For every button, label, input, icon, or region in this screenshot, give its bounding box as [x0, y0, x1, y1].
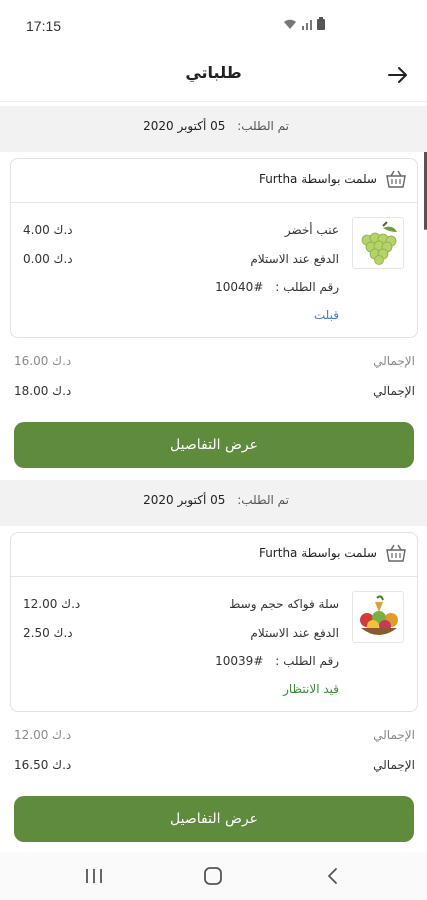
arrow-right-icon[interactable]	[385, 62, 411, 88]
home-icon[interactable]	[201, 864, 225, 888]
order-date-label: تم الطلب:	[237, 493, 289, 507]
total-label: الإجمالي	[373, 384, 415, 398]
status-badge: قيد الانتظار	[283, 682, 339, 696]
back-nav-icon[interactable]	[321, 864, 345, 888]
subtotal-label: الإجمالي	[373, 354, 415, 368]
order-date: تم الطلب: 05 أكتوبر 2020	[143, 493, 289, 507]
store-label: سلمت بواسطة Furtha	[258, 172, 377, 186]
status-time: 17:15	[26, 18, 62, 34]
order-date-bar: تم الطلب: 05 أكتوبر 2020	[0, 480, 427, 526]
order-card[interactable]: سلمت بواسطة Furtha عنب أخضر 4.00 د.ك الد…	[10, 158, 418, 338]
status-bar: 17:15	[0, 0, 427, 52]
product-image	[352, 591, 404, 643]
subtotal-value: 16.00 د.ك	[14, 354, 72, 368]
total-label: الإجمالي	[373, 758, 415, 772]
payment-method: الدفع عند الاستلام	[250, 626, 339, 640]
order-number-label: رقم الطلب :	[275, 654, 339, 668]
page-title: طلباتي	[185, 63, 242, 82]
payment-fee: 2.50 د.ك	[23, 626, 73, 640]
order-number-label: رقم الطلب :	[275, 280, 339, 294]
grapes-icon	[361, 221, 397, 265]
product-name: عنب أخضر	[284, 223, 339, 237]
view-details-button[interactable]: عرض التفاصيل	[14, 422, 414, 468]
order-number: #10040	[215, 280, 264, 294]
app-header: طلباتي	[0, 52, 427, 102]
payment-method: الدفع عند الاستلام	[250, 252, 339, 266]
payment-fee: 0.00 د.ك	[23, 252, 73, 266]
store-label: سلمت بواسطة Furtha	[258, 546, 377, 560]
product-image	[352, 217, 404, 269]
order-number-row: رقم الطلب : #10040	[215, 280, 339, 294]
fruit-basket-icon	[360, 595, 398, 635]
order-card-header: سلمت بواسطة Furtha	[11, 533, 417, 577]
subtotal-value: 12.00 د.ك	[14, 728, 72, 742]
order-card[interactable]: سلمت بواسطة Furtha سلة فواكه حجم وسط 12.…	[10, 532, 418, 712]
recent-apps-icon[interactable]	[82, 864, 106, 888]
product-name: سلة فواكه حجم وسط	[229, 597, 339, 611]
order-number-row: رقم الطلب : #10039	[215, 654, 339, 668]
status-icons	[283, 17, 325, 30]
view-details-button[interactable]: عرض التفاصيل	[14, 796, 414, 842]
order-date-label: تم الطلب:	[237, 119, 289, 133]
status-badge: قبلت	[313, 308, 339, 322]
total-value: 16.50 د.ك	[14, 758, 72, 772]
order-number: #10039	[215, 654, 264, 668]
product-price: 4.00 د.ك	[23, 223, 73, 237]
system-nav-bar	[0, 852, 427, 900]
total-value: 18.00 د.ك	[14, 384, 72, 398]
basket-icon	[386, 170, 406, 188]
product-price: 12.00 د.ك	[23, 597, 81, 611]
wifi-icon	[284, 19, 296, 29]
battery-icon	[317, 17, 325, 30]
basket-icon	[386, 544, 406, 562]
order-date-value: 05 أكتوبر 2020	[143, 493, 226, 507]
signal-icon	[302, 19, 312, 30]
order-date: تم الطلب: 05 أكتوبر 2020	[143, 119, 289, 133]
order-card-header: سلمت بواسطة Furtha	[11, 159, 417, 203]
subtotal-label: الإجمالي	[373, 728, 415, 742]
order-section: تم الطلب: 05 أكتوبر 2020 سلمت بواسطة Fur…	[0, 480, 427, 850]
order-date-bar: تم الطلب: 05 أكتوبر 2020	[0, 106, 427, 152]
order-section: تم الطلب: 05 أكتوبر 2020 سلمت بواسطة Fur…	[0, 106, 427, 476]
order-date-value: 05 أكتوبر 2020	[143, 119, 226, 133]
